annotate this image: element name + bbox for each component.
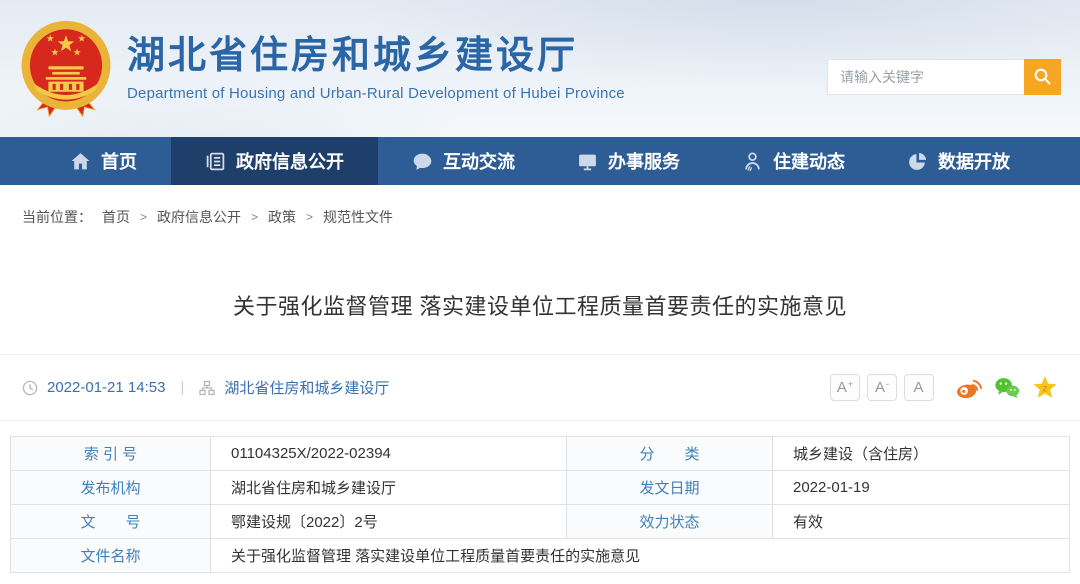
monitor-icon [577, 151, 598, 172]
field-value-issuing-org: 湖北省住房和城乡建设厅 [211, 471, 567, 505]
breadcrumb-link-home[interactable]: 首页 [102, 207, 130, 227]
field-label-issuing-org: 发布机构 [11, 471, 211, 505]
qzone-icon[interactable]: z [1032, 375, 1058, 401]
search-icon [1033, 67, 1052, 86]
font-reset-button[interactable]: A [904, 374, 934, 401]
site-header: 湖北省住房和城乡建设厅 Department of Housing and Ur… [0, 0, 1080, 137]
meta-separator: | [180, 379, 184, 396]
field-label-issue-date: 发文日期 [567, 471, 773, 505]
field-value-index-number: 01104325X/2022-02394 [211, 437, 567, 471]
main-nav: 首页 政府信息公开 互动交流 [0, 137, 1080, 185]
chat-bubble-icon [412, 151, 433, 172]
search-box [827, 59, 1061, 95]
nav-item-label: 首页 [101, 148, 137, 174]
wechat-icon[interactable] [994, 375, 1020, 401]
table-row: 索 引 号 01104325X/2022-02394 分 类 城乡建设（含住房） [11, 437, 1070, 471]
breadcrumb-separator: > [140, 210, 147, 224]
svg-text:z: z [1042, 383, 1047, 394]
breadcrumb-prefix: 当前位置： [22, 207, 92, 227]
article-title: 关于强化监督管理 落实建设单位工程质量首要责任的实施意见 [0, 289, 1080, 321]
table-row: 发布机构 湖北省住房和城乡建设厅 发文日期 2022-01-19 [11, 471, 1070, 505]
font-smaller-button[interactable]: A- [867, 374, 897, 401]
nav-item-label: 数据开放 [938, 148, 1010, 174]
field-value-issue-date: 2022-01-19 [773, 471, 1070, 505]
field-label-doc-title: 文件名称 [11, 539, 211, 573]
national-emblem-logo [19, 20, 113, 120]
field-value-doc-number: 鄂建设规〔2022〕2号 [211, 505, 567, 539]
nav-item-interaction[interactable]: 互动交流 [384, 137, 543, 185]
field-value-doc-title: 关于强化监督管理 落实建设单位工程质量首要责任的实施意见 [211, 539, 1070, 573]
article-meta-right: A+ A- A [830, 374, 1058, 401]
table-row: 文件名称 关于强化监督管理 落实建设单位工程质量首要责任的实施意见 [11, 539, 1070, 573]
home-icon [70, 151, 91, 172]
article-meta-left: 2022-01-21 14:53 | 湖北省住房和城乡建设厅 [22, 377, 389, 398]
publish-time: 2022-01-21 14:53 [47, 379, 165, 396]
breadcrumb-link-normative-docs[interactable]: 规范性文件 [323, 207, 393, 227]
search-button[interactable] [1024, 59, 1061, 95]
breadcrumb-link-gov-info[interactable]: 政府信息公开 [157, 207, 241, 227]
article-meta-bar: 2022-01-21 14:53 | 湖北省住房和城乡建设厅 A+ A- A [0, 354, 1080, 421]
pie-chart-icon [907, 151, 928, 172]
font-larger-button[interactable]: A+ [830, 374, 860, 401]
publish-source: 湖北省住房和城乡建设厅 [224, 377, 389, 398]
person-badge-icon [742, 151, 763, 172]
nav-item-news[interactable]: 住建动态 [714, 137, 873, 185]
nav-item-label: 政府信息公开 [236, 148, 344, 174]
breadcrumb-link-policy[interactable]: 政策 [268, 207, 296, 227]
document-icon [205, 151, 226, 172]
weibo-icon[interactable] [956, 375, 982, 401]
breadcrumb-separator: > [251, 210, 258, 224]
field-label-category: 分 类 [567, 437, 773, 471]
field-label-index-number: 索 引 号 [11, 437, 211, 471]
nav-item-services[interactable]: 办事服务 [549, 137, 708, 185]
clock-icon [22, 380, 38, 396]
page: 湖北省住房和城乡建设厅 Department of Housing and Ur… [0, 0, 1080, 584]
nav-item-label: 办事服务 [608, 148, 680, 174]
site-title-block: 湖北省住房和城乡建设厅 Department of Housing and Ur… [127, 35, 625, 103]
nav-item-open-data[interactable]: 数据开放 [879, 137, 1038, 185]
breadcrumb: 当前位置： 首页 > 政府信息公开 > 政策 > 规范性文件 [22, 207, 1080, 227]
nav-item-home[interactable]: 首页 [42, 137, 165, 185]
nav-item-gov-info[interactable]: 政府信息公开 [171, 137, 378, 185]
field-label-doc-number: 文 号 [11, 505, 211, 539]
font-size-controls: A+ A- A [830, 374, 934, 401]
site-title: 湖北省住房和城乡建设厅 [127, 35, 625, 79]
search-input[interactable] [827, 59, 1024, 95]
source-org-icon [199, 380, 215, 396]
field-value-validity: 有效 [773, 505, 1070, 539]
document-meta-table: 索 引 号 01104325X/2022-02394 分 类 城乡建设（含住房）… [10, 436, 1070, 573]
nav-item-label: 住建动态 [773, 148, 845, 174]
nav-item-label: 互动交流 [443, 148, 515, 174]
field-label-validity: 效力状态 [567, 505, 773, 539]
table-row: 文 号 鄂建设规〔2022〕2号 效力状态 有效 [11, 505, 1070, 539]
breadcrumb-separator: > [306, 210, 313, 224]
site-subtitle: Department of Housing and Urban-Rural De… [127, 85, 625, 102]
field-value-category: 城乡建设（含住房） [773, 437, 1070, 471]
